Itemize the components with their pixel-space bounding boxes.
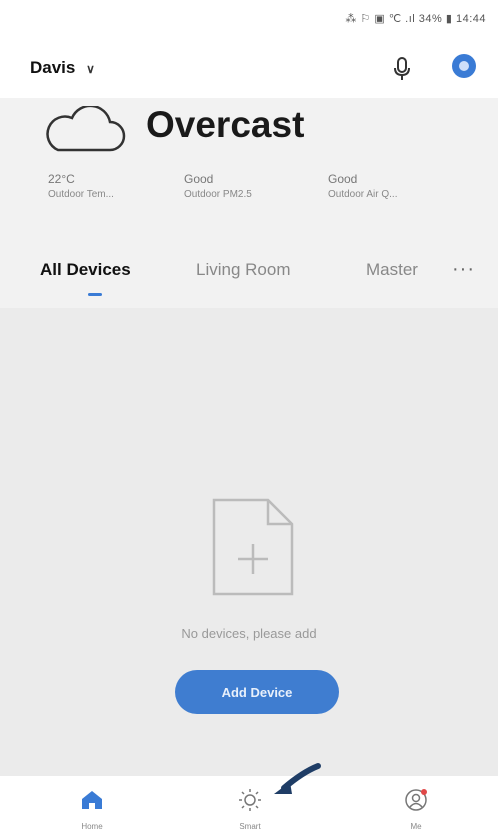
top-bar: Davis ∨ bbox=[0, 34, 498, 98]
plus-icon bbox=[459, 61, 469, 71]
empty-message: No devices, please add bbox=[181, 626, 317, 641]
bottom-nav: Home Smart Me bbox=[0, 776, 498, 834]
nav-label: Smart bbox=[239, 822, 261, 831]
pointer-arrow-icon bbox=[274, 763, 321, 794]
outdoor-pm25: Good Outdoor PM2.5 bbox=[184, 172, 314, 200]
home-name-label: Davis bbox=[30, 58, 76, 77]
home-icon bbox=[82, 791, 102, 809]
status-indicators: ⁂ ⚐ ▣ ℃ .ıl 34% ▮ 14:44 bbox=[345, 13, 486, 25]
tab-master[interactable]: Master bbox=[366, 260, 418, 280]
stat-value: Good bbox=[328, 172, 358, 186]
room-tabs: All Devices Living Room Master ··· bbox=[0, 248, 498, 308]
user-icon bbox=[405, 789, 427, 811]
home-selector[interactable]: Davis ∨ bbox=[30, 58, 95, 78]
outdoor-temperature: 22°C Outdoor Tem... bbox=[48, 172, 178, 200]
microphone-icon[interactable] bbox=[392, 56, 412, 82]
weather-panel: Overcast 22°C Outdoor Tem... Good Outdoo… bbox=[0, 98, 498, 248]
outdoor-air-quality: Good Outdoor Air Q... bbox=[328, 172, 458, 200]
device-list-area: No devices, please add Add Device bbox=[0, 308, 498, 776]
add-document-icon bbox=[212, 498, 294, 596]
stat-label: Outdoor PM2.5 bbox=[184, 189, 252, 200]
tab-living-room[interactable]: Living Room bbox=[196, 260, 291, 280]
stat-value: Good bbox=[184, 172, 214, 186]
nav-me[interactable]: Me bbox=[356, 776, 476, 834]
sun-icon bbox=[239, 789, 261, 811]
active-tab-indicator bbox=[88, 293, 102, 296]
stat-label: Outdoor Air Q... bbox=[328, 189, 398, 200]
add-button[interactable] bbox=[452, 54, 476, 78]
nav-label: Home bbox=[81, 822, 103, 831]
chevron-down-icon: ∨ bbox=[86, 62, 95, 76]
stat-label: Outdoor Tem... bbox=[48, 189, 114, 200]
nav-home[interactable]: Home bbox=[32, 776, 152, 834]
stat-value: 22°C bbox=[48, 172, 75, 186]
weather-condition: Overcast bbox=[146, 104, 305, 145]
nav-label: Me bbox=[410, 822, 422, 831]
tab-all-devices[interactable]: All Devices bbox=[40, 260, 131, 280]
more-options-icon[interactable]: ··· bbox=[452, 258, 475, 281]
add-device-button[interactable]: Add Device bbox=[175, 670, 339, 714]
cloud-icon bbox=[46, 106, 126, 152]
status-bar: ⁂ ⚐ ▣ ℃ .ıl 34% ▮ 14:44 bbox=[0, 0, 498, 34]
